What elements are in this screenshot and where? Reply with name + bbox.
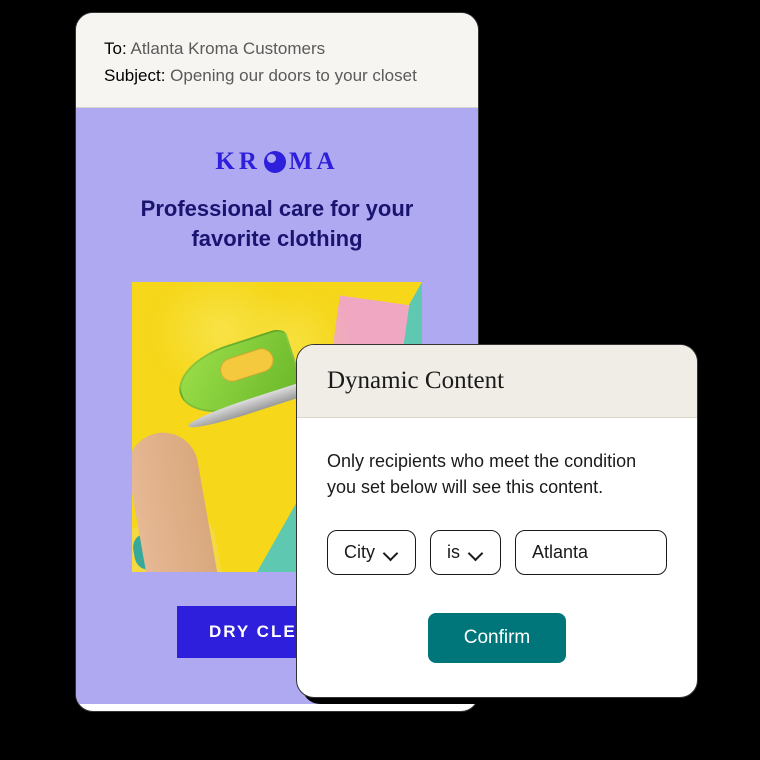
modal-body: Only recipients who meet the condition y…	[297, 418, 697, 697]
value-input-text: Atlanta	[532, 542, 588, 563]
operator-select-value: is	[447, 542, 460, 563]
brand-logo: KR MA	[104, 148, 450, 176]
modal-header: Dynamic Content	[297, 345, 697, 418]
field-select[interactable]: City	[327, 530, 416, 575]
modal-title: Dynamic Content	[327, 367, 667, 395]
to-label: To:	[104, 39, 127, 58]
to-value: Atlanta Kroma Customers	[130, 39, 325, 58]
value-input[interactable]: Atlanta	[515, 530, 667, 575]
confirm-wrap: Confirm	[327, 613, 667, 663]
modal-description: Only recipients who meet the condition y…	[327, 448, 667, 500]
subject-label: Subject:	[104, 66, 165, 85]
chevron-down-icon	[470, 549, 484, 557]
email-to-row: To: Atlanta Kroma Customers	[104, 35, 450, 62]
confirm-button[interactable]: Confirm	[428, 613, 567, 663]
dynamic-content-modal: Dynamic Content Only recipients who meet…	[296, 344, 698, 698]
email-subject-row: Subject: Opening our doors to your close…	[104, 62, 450, 89]
condition-row: City is Atlanta	[327, 530, 667, 575]
brand-o-icon	[264, 151, 286, 173]
brand-text-left: KR	[215, 148, 261, 176]
brand-text-right: MA	[289, 148, 339, 176]
email-headline: Professional care for your favorite clot…	[104, 194, 450, 253]
email-header: To: Atlanta Kroma Customers Subject: Ope…	[76, 13, 478, 108]
subject-value: Opening our doors to your closet	[170, 66, 417, 85]
chevron-down-icon	[385, 549, 399, 557]
field-select-value: City	[344, 542, 375, 563]
operator-select[interactable]: is	[430, 530, 501, 575]
